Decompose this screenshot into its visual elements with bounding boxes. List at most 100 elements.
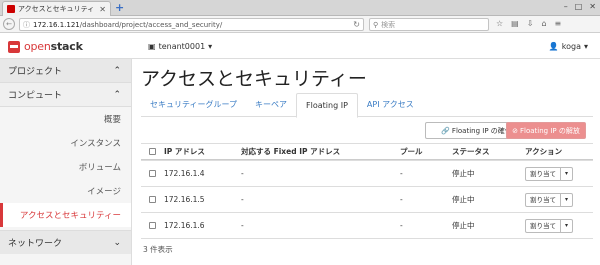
main-content: アクセスとセキュリティー セキュリティーグループ キーペア Floating I…: [133, 59, 600, 265]
action-dropdown-icon[interactable]: ▾: [561, 192, 573, 207]
sidebar-item-images[interactable]: イメージ: [0, 179, 131, 203]
action-dropdown-icon[interactable]: ▾: [561, 218, 573, 233]
sidebar: プロジェクト ⌃ コンピュート ⌃ 概要 インスタンス ボリューム イメージ ア…: [0, 59, 132, 265]
user-menu[interactable]: 👤 koga ▾: [549, 42, 588, 51]
table-row: 172.16.1.5 - - 停止中 割り当て ▾: [141, 186, 593, 212]
sidebar-item-instances[interactable]: インスタンス: [0, 131, 131, 155]
browser-tab-bar: アクセスとセキュリティ - ✕ + – □ ✕: [0, 0, 600, 16]
action-dropdown-icon[interactable]: ▾: [561, 166, 573, 181]
cell-status: 停止中: [452, 221, 475, 230]
menu-icon[interactable]: ≡: [555, 19, 562, 28]
table-footer: 3 件表示: [141, 238, 593, 260]
item-count: 3 件表示: [143, 245, 173, 254]
sidebar-item-overview[interactable]: 概要: [0, 107, 131, 131]
chevron-up-icon: ⌃: [113, 89, 121, 100]
header-fixed-ip[interactable]: 対応する Fixed IP アドレス: [241, 146, 400, 157]
tab-security-groups[interactable]: セキュリティーグループ: [141, 93, 246, 117]
chevron-down-icon: ▾: [583, 42, 588, 51]
table-header: IP アドレス 対応する Fixed IP アドレス プール ステータス アクシ…: [141, 143, 593, 160]
sidebar-item-label: アクセスとセキュリティー: [19, 211, 121, 221]
release-floating-ip-button[interactable]: ⊘ Floating IP の解放: [506, 122, 586, 139]
home-icon[interactable]: ⌂: [541, 19, 546, 28]
associate-button[interactable]: 割り当て: [525, 192, 561, 207]
close-window-icon[interactable]: ✕: [589, 2, 596, 11]
search-input[interactable]: ⚲ 検索: [369, 18, 489, 31]
search-icon: ⚲: [373, 20, 379, 29]
header-action: アクション: [525, 147, 563, 156]
sidebar-item-volumes[interactable]: ボリューム: [0, 155, 131, 179]
tab-api-access[interactable]: API アクセス: [358, 93, 423, 117]
back-icon[interactable]: ←: [3, 18, 15, 30]
openstack-favicon-icon: [7, 5, 15, 13]
sidebar-section-label: プロジェクト: [8, 67, 63, 77]
sidebar-section-label: コンピュート: [8, 91, 63, 101]
header-status[interactable]: ステータス: [452, 146, 525, 157]
row-select-cell: [141, 196, 164, 203]
project-name: tenant0001: [158, 42, 206, 51]
browser-toolbar-icons: ☆ ▤ ⇩ ⌂ ≡: [496, 19, 561, 28]
sidebar-section-label: ネットワーク: [8, 239, 63, 249]
associate-button[interactable]: 割り当て: [525, 218, 561, 233]
user-icon: 👤: [548, 42, 559, 51]
browser-tab-title: アクセスとセキュリティ -: [18, 5, 97, 13]
table-row: 172.16.1.4 - - 停止中 割り当て ▾: [141, 160, 593, 186]
row-select-cell: [141, 170, 164, 177]
sidebar-section-project[interactable]: プロジェクト ⌃: [0, 59, 131, 83]
link-icon: 🔗: [441, 126, 450, 135]
row-checkbox[interactable]: [149, 170, 156, 177]
sidebar-section-compute[interactable]: コンピュート ⌃: [0, 83, 131, 107]
row-checkbox[interactable]: [149, 196, 156, 203]
sidebar-item-access-security[interactable]: アクセスとセキュリティー: [0, 203, 131, 227]
chevron-up-icon: ⌃: [113, 65, 121, 76]
minimize-icon[interactable]: –: [564, 2, 568, 11]
chevron-down-icon: ▾: [208, 42, 213, 51]
sidebar-item-label: イメージ: [87, 187, 121, 197]
download-icon[interactable]: ⇩: [527, 19, 534, 28]
reading-list-icon[interactable]: ▤: [511, 19, 519, 28]
cell-fixed-ip: -: [241, 221, 244, 230]
header-pool[interactable]: プール: [400, 146, 452, 157]
url-host: 172.16.1.121: [33, 20, 80, 29]
close-tab-icon[interactable]: ✕: [99, 5, 106, 14]
cell-ip: 172.16.1.6: [164, 221, 205, 230]
cell-action: 割り当て ▾: [525, 218, 593, 233]
url-text[interactable]: 172.16.1.121/dashboard/project/access_an…: [33, 21, 350, 29]
cell-action: 割り当て ▾: [525, 192, 593, 207]
new-tab-icon[interactable]: +: [115, 1, 124, 15]
cell-fixed-ip: -: [241, 169, 244, 178]
reload-icon[interactable]: ↻: [353, 20, 360, 29]
sidebar-section-network[interactable]: ネットワーク ⌄: [0, 230, 131, 254]
tab-floating-ip[interactable]: Floating IP: [296, 93, 358, 118]
unlink-icon: ⊘: [512, 126, 518, 135]
page-title: アクセスとセキュリティー: [141, 68, 367, 90]
bookmark-star-icon[interactable]: ☆: [496, 19, 503, 28]
select-all-cell: [141, 148, 164, 155]
logo-prefix: open: [24, 40, 51, 53]
associate-button[interactable]: 割り当て: [525, 166, 561, 181]
maximize-icon[interactable]: □: [575, 2, 583, 11]
table-row: 172.16.1.6 - - 停止中 割り当て ▾: [141, 212, 593, 238]
openstack-logo[interactable]: openstack: [8, 40, 83, 53]
cell-ip: 172.16.1.4: [164, 169, 205, 178]
select-all-checkbox[interactable]: [149, 148, 156, 155]
cell-status: 停止中: [452, 195, 475, 204]
row-select-cell: [141, 222, 164, 229]
logo-text: openstack: [24, 40, 83, 53]
sidebar-item-label: インスタンス: [70, 139, 121, 149]
row-checkbox[interactable]: [149, 222, 156, 229]
chevron-down-icon: ⌄: [113, 237, 121, 248]
url-bar[interactable]: ⓘ 172.16.1.121/dashboard/project/access_…: [19, 18, 364, 31]
user-name: koga: [561, 42, 581, 51]
sidebar-item-label: 概要: [103, 115, 121, 125]
openstack-header: openstack ▣ tenant0001 ▾ 👤 koga ▾: [0, 33, 600, 59]
browser-nav-bar: ← ⓘ 172.16.1.121/dashboard/project/acces…: [0, 16, 600, 33]
header-ip[interactable]: IP アドレス: [164, 146, 241, 157]
info-icon[interactable]: ⓘ: [23, 20, 30, 30]
browser-tab[interactable]: アクセスとセキュリティ - ✕: [2, 1, 111, 16]
cell-ip: 172.16.1.5: [164, 195, 205, 204]
tab-key-pairs[interactable]: キーペア: [246, 93, 296, 117]
project-selector[interactable]: ▣ tenant0001 ▾: [148, 42, 212, 51]
floating-ip-table: IP アドレス 対応する Fixed IP アドレス プール ステータス アクシ…: [141, 143, 593, 260]
cell-pool: -: [400, 195, 403, 204]
search-placeholder: 検索: [381, 20, 396, 29]
